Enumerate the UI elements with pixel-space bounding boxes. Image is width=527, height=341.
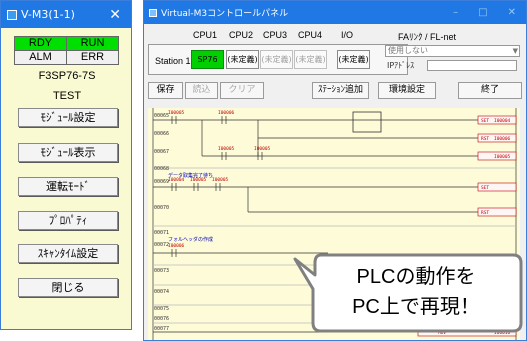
cpu-model-label: F3SP76-7S <box>38 70 96 82</box>
led-err: ERR <box>67 51 118 64</box>
led-alm: ALM <box>15 51 66 64</box>
slot-io[interactable]: (未定義) <box>337 50 370 69</box>
close-icon[interactable]: ✕ <box>508 7 516 18</box>
header-cpu3: CPU3 <box>263 30 288 40</box>
device-label: I00004 <box>168 177 185 183</box>
device-label: I00006 <box>168 243 185 249</box>
exit-button[interactable]: 終了 <box>458 82 522 99</box>
module-window-titlebar[interactable]: V-M3(1-1) ✕ <box>1 1 131 28</box>
device-label: I00006 <box>218 110 235 116</box>
chevron-down-icon[interactable]: ▼ <box>513 46 518 56</box>
module-window-title: V-M3(1-1) <box>21 8 75 21</box>
slot-cpu1[interactable]: SP76 <box>191 50 224 69</box>
coil-device: I00004 <box>494 118 511 124</box>
app-icon <box>149 8 157 17</box>
control-panel-title: Virtual-M3コントロールパネル <box>161 9 289 19</box>
scan-time-settings-button[interactable]: ｽｷｬﾝﾀｲﾑ設定 <box>18 244 118 263</box>
close-button[interactable]: 閉じる <box>18 278 118 297</box>
instruction: SET <box>481 118 489 124</box>
status-led-panel: RDY RUN ALM ERR <box>14 36 119 65</box>
station-label: Station 1 <box>155 56 191 66</box>
control-panel-titlebar[interactable]: Virtual-M3コントロールパネル – □ ✕ <box>144 1 526 24</box>
step-number: 00071 <box>154 230 169 236</box>
header-io: I/O <box>341 30 354 40</box>
fa-link-select-value: 使用しない <box>388 46 428 55</box>
header-cpu1: CPU1 <box>193 30 218 40</box>
maximize-icon[interactable]: □ <box>478 7 487 18</box>
slot-cpu3[interactable]: (未定義) <box>260 50 293 69</box>
load-button[interactable]: 読込 <box>185 82 218 99</box>
step-number: 00065 <box>154 113 169 119</box>
step-number: 00073 <box>154 268 169 274</box>
ip-address-label: IPｱﾄﾞﾚｽ <box>387 61 415 70</box>
slot-cpu2[interactable]: (未定義) <box>226 50 259 69</box>
step-number: 00072 <box>154 242 169 248</box>
step-number: 00074 <box>154 289 169 295</box>
header-fa-link: FAﾘﾝｸ / FL-net <box>398 32 457 42</box>
device-label: I00005 <box>190 177 207 183</box>
device-label: I00005 <box>254 146 271 152</box>
save-button[interactable]: 保存 <box>148 82 183 99</box>
callout-line-1: PLCの動作を <box>356 266 476 288</box>
device-label: I00005 <box>212 177 229 183</box>
ip-address-input[interactable] <box>427 60 517 71</box>
station-add-button[interactable]: ｽﾃｰｼｮﾝ追加 <box>312 82 369 99</box>
callout-text: PLCの動作を PC上で再現！ <box>312 262 520 322</box>
step-number: 00068 <box>154 166 169 172</box>
module-display-button[interactable]: ﾓｼﾞｭｰﾙ表示 <box>18 143 118 162</box>
run-mode-button[interactable]: 運転ﾓｰﾄﾞ <box>18 177 118 196</box>
led-run: RUN <box>67 37 118 50</box>
coil-device: I00005 <box>494 154 511 160</box>
coil-device: I00006 <box>494 136 511 142</box>
step-number: 00067 <box>154 149 169 155</box>
led-rdy: RDY <box>15 37 66 50</box>
module-window: V-M3(1-1) ✕ RDY RUN ALM ERR F3SP76-7S TE… <box>0 0 132 330</box>
instruction: SET <box>481 185 489 191</box>
step-number: 00070 <box>154 205 169 211</box>
minimize-icon[interactable]: – <box>453 7 458 18</box>
instruction: RST <box>481 210 489 216</box>
app-icon <box>7 9 17 20</box>
step-number: 00075 <box>154 306 169 312</box>
step-number: 00066 <box>154 131 169 137</box>
header-cpu2: CPU2 <box>229 30 254 40</box>
device-label: I00005 <box>168 110 185 116</box>
program-name-label: TEST <box>52 90 82 102</box>
device-label: I00005 <box>218 146 235 152</box>
header-cpu4: CPU4 <box>298 30 323 40</box>
step-number: 00069 <box>154 179 169 185</box>
callout-line-2: PC上で再現！ <box>352 296 480 318</box>
instruction: RST <box>481 136 489 142</box>
slot-cpu4[interactable]: (未定義) <box>294 50 327 69</box>
module-settings-button[interactable]: ﾓｼﾞｭｰﾙ設定 <box>18 108 118 127</box>
clear-button[interactable]: クリア <box>220 82 264 99</box>
step-number: 00077 <box>154 326 169 332</box>
environment-settings-button[interactable]: 環境設定 <box>378 82 436 99</box>
close-icon[interactable]: ✕ <box>109 7 121 23</box>
fa-link-select[interactable]: 使用しない ▼ <box>385 45 520 57</box>
property-button[interactable]: ﾌﾟﾛﾊﾟﾃｨ <box>18 211 118 230</box>
rung-comment: フォルヘッダの作成 <box>168 236 213 243</box>
step-number: 00076 <box>154 316 169 322</box>
